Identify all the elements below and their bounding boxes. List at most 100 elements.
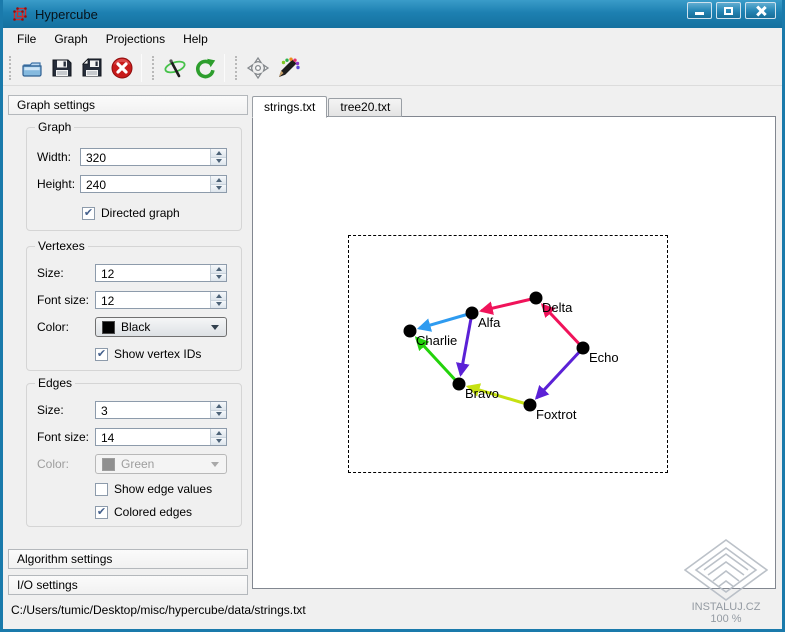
reload-button[interactable] [190,53,220,83]
group-edges: Edges Size: 3 Font size: 14 Color: Green… [26,376,242,527]
vertex-color-dropdown[interactable]: Black [95,317,227,337]
spin-down-icon[interactable] [211,157,226,165]
edge-size-spinbox[interactable]: 3 [95,401,227,419]
menubar: File Graph Projections Help [3,28,782,50]
window-title: Hypercube [35,6,98,22]
spin-up-icon[interactable] [211,292,226,301]
graph-edge [455,312,474,377]
vertex-size-label: Size: [37,266,64,280]
group-edges-title: Edges [35,376,76,390]
color-swatch [102,320,115,334]
watermark: INSTALUJ.CZ 100 % [678,539,774,625]
maximize-button[interactable] [716,2,741,19]
graph-vertex-label: Bravo [465,386,499,401]
show-edge-values-checkbox[interactable]: Show edge values [95,482,212,496]
toolbar-separator [224,53,225,82]
tab-tree20-txt[interactable]: tree20.txt [328,98,403,117]
edge-color-value: Green [121,457,155,471]
spin-down-icon[interactable] [211,184,226,192]
installuj-logo-icon [684,539,768,601]
tab-strings-txt[interactable]: strings.txt [252,96,328,118]
directed-graph-checkbox[interactable]: Directed graph [82,206,180,220]
graph-vertex[interactable] [452,377,466,391]
refresh-icon [196,58,216,78]
vertex-size-spinbox[interactable]: 12 [95,264,227,282]
directed-graph-label: Directed graph [101,206,180,220]
statusbar: C:/Users/tumic/Desktop/misc/hypercube/da… [3,596,782,629]
minimize-icon [695,12,704,15]
graph-vertex[interactable] [576,341,590,355]
hypercube-logo-icon [13,7,27,21]
stop-button[interactable] [107,53,137,83]
show-vertex-ids-label: Show vertex IDs [114,347,202,361]
close-icon [756,6,766,16]
move-icon [246,56,270,79]
compute-layout-button[interactable] [160,53,190,83]
graph-page-boundary[interactable]: Alfa Bravo Charlie Delta Echo Foxtrot [348,235,668,473]
checkbox-icon [95,347,108,361]
spin-up-icon[interactable] [211,149,226,158]
group-vertexes: Vertexes Size: 12 Font size: 12 Color: B… [26,239,242,371]
window-controls [683,0,776,28]
save-button[interactable] [47,53,77,83]
vertex-font-size-spinbox[interactable]: 12 [95,291,227,309]
spin-down-icon[interactable] [211,437,226,445]
spin-up-icon[interactable] [211,429,226,438]
edge-font-size-spinbox[interactable]: 14 [95,428,227,446]
graph-vertex-label: Alfa [478,315,501,330]
spin-down-icon[interactable] [211,300,226,308]
close-button[interactable] [745,2,776,19]
maximize-icon [724,6,733,15]
show-edge-values-label: Show edge values [114,482,213,496]
show-vertex-ids-checkbox[interactable]: Show vertex IDs [95,347,201,361]
graph-vertex[interactable] [465,306,479,320]
width-spinbox[interactable]: 320 [80,148,227,166]
move-mode-button[interactable] [243,53,273,83]
graph-vertex-label: Charlie [416,333,457,348]
menu-help[interactable]: Help [174,29,217,49]
edge-size-value: 3 [101,404,108,418]
checkbox-icon [95,482,108,496]
toolbar-drag-handle[interactable] [235,55,239,80]
height-spin-buttons [210,176,226,192]
save-as-button[interactable] [77,53,107,83]
edge-font-size-value: 14 [101,431,115,445]
open-button[interactable] [17,53,47,83]
stop-icon [111,57,133,78]
graph-edge [416,311,473,332]
section-io-settings[interactable]: I/O settings [8,575,248,595]
edge-color-dropdown[interactable]: Green [95,454,227,474]
toolbar [3,50,782,86]
chevron-down-icon [211,324,219,330]
section-algorithm-settings[interactable]: Algorithm settings [8,549,248,569]
width-label: Width: [37,150,72,164]
edge-size-label: Size: [37,403,64,417]
height-label: Height: [37,177,76,191]
graph-view[interactable]: Alfa Bravo Charlie Delta Echo Foxtrot [252,116,776,589]
graph-vertex[interactable] [403,324,417,338]
graph-vertex[interactable] [523,398,537,412]
colored-edges-label: Colored edges [114,505,193,519]
watermark-line2: 100 % [710,613,742,625]
graph-svg[interactable]: Alfa Bravo Charlie Delta Echo Foxtrot [349,236,669,474]
color-pen-icon [279,57,300,77]
edge-colors-button[interactable] [273,53,303,83]
colored-edges-checkbox[interactable]: Colored edges [95,505,192,519]
edge-font-size-label: Font size: [37,430,90,444]
graph-vertex-label: Echo [589,350,619,365]
section-graph-settings[interactable]: Graph settings [8,95,248,115]
spin-up-icon[interactable] [211,265,226,274]
toolbar-drag-handle[interactable] [152,55,156,80]
minimize-button[interactable] [687,2,712,19]
menu-projections[interactable]: Projections [97,29,174,49]
menu-file[interactable]: File [8,29,45,49]
checkbox-icon [82,206,95,220]
menu-graph[interactable]: Graph [45,29,96,49]
spin-up-icon[interactable] [211,402,226,411]
toolbar-drag-handle[interactable] [9,55,13,80]
spin-down-icon[interactable] [211,410,226,418]
spin-down-icon[interactable] [211,273,226,281]
graph-vertex[interactable] [529,291,543,305]
spin-up-icon[interactable] [211,176,226,185]
height-spinbox[interactable]: 240 [80,175,227,193]
